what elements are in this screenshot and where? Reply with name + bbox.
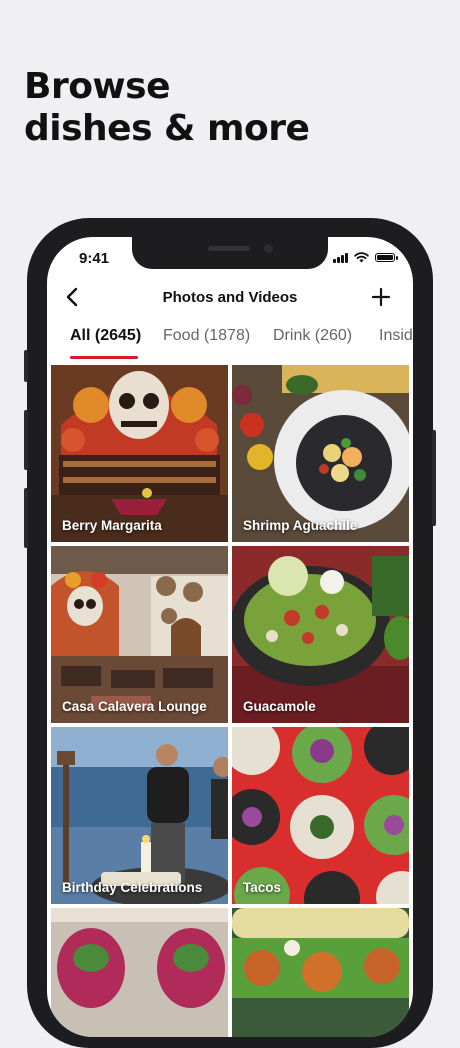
phone-screen: 9:41 Photos and Videos All (2645) Food (…	[47, 237, 413, 1037]
tile-caption: Casa Calavera Lounge	[62, 699, 207, 714]
photo-birthday-celebrations	[51, 727, 228, 904]
signal-icon	[333, 252, 348, 263]
photo-tile[interactable]: Casa Calavera Lounge	[51, 546, 228, 723]
photo-taco-plate	[232, 908, 409, 1037]
photo-shrimp-aguachile	[232, 365, 409, 542]
status-icons	[333, 252, 398, 263]
photo-tile[interactable]: Shrimp Aguachile	[232, 365, 409, 542]
speaker	[208, 246, 250, 251]
tile-caption: Tacos	[243, 880, 282, 895]
nav-title: Photos and Videos	[162, 289, 298, 306]
tile-caption: Shrimp Aguachile	[243, 518, 358, 533]
front-camera	[264, 244, 273, 253]
tab-inside[interactable]: Insid	[379, 327, 413, 361]
photo-tile[interactable]: Tacos	[232, 727, 409, 904]
photo-tile[interactable]	[232, 908, 409, 1037]
nav-bar: Photos and Videos	[47, 281, 413, 315]
battery-icon	[375, 253, 398, 262]
tab-food[interactable]: Food (1878)	[163, 327, 250, 361]
tile-caption: Guacamole	[243, 699, 316, 714]
wifi-icon	[354, 252, 369, 263]
photo-tile[interactable]: Birthday Celebrations	[51, 727, 228, 904]
headline-line-2: dishes & more	[24, 108, 310, 149]
photo-guacamole	[232, 546, 409, 723]
photo-tile[interactable]: Berry Margarita	[51, 365, 228, 542]
status-time: 9:41	[79, 250, 110, 267]
photo-tacos	[232, 727, 409, 904]
tile-caption: Berry Margarita	[62, 518, 162, 533]
tile-caption: Birthday Celebrations	[62, 880, 203, 895]
filter-tabs: All (2645) Food (1878) Drink (260) Insid	[47, 325, 413, 361]
plus-icon[interactable]	[369, 285, 393, 309]
photo-casa-calavera-lounge	[51, 546, 228, 723]
photo-tacos-close-up	[51, 908, 228, 1037]
power-button	[432, 430, 436, 526]
volume-down-button	[24, 488, 28, 548]
notch	[132, 237, 328, 269]
tab-drink[interactable]: Drink (260)	[273, 327, 352, 361]
photo-tile[interactable]	[51, 908, 228, 1037]
mute-switch	[24, 350, 28, 382]
volume-up-button	[24, 410, 28, 470]
photo-berry-margarita	[51, 365, 228, 542]
headline: Browse dishes & more	[24, 66, 310, 150]
active-tab-indicator	[70, 356, 138, 359]
headline-line-1: Browse	[24, 66, 171, 107]
photo-tile[interactable]: Guacamole	[232, 546, 409, 723]
